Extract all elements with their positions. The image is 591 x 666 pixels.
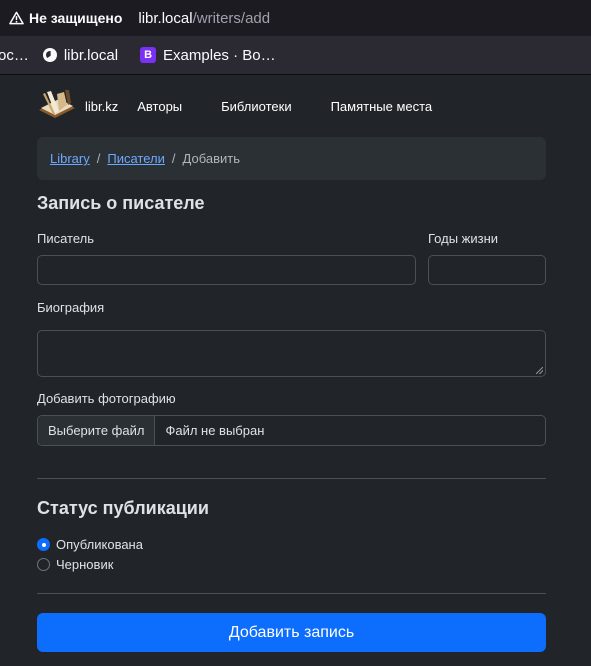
bookmark-label: Examples · Bo… bbox=[163, 46, 276, 64]
years-label: Годы жизни bbox=[428, 231, 499, 246]
radio-published-control[interactable] bbox=[37, 538, 50, 551]
divider bbox=[37, 593, 546, 594]
resize-grip-icon[interactable] bbox=[536, 367, 543, 374]
writer-label: Писатель bbox=[37, 231, 95, 246]
breadcrumb-writers[interactable]: Писатели bbox=[107, 151, 165, 166]
radio-draft[interactable]: Черновик bbox=[37, 557, 113, 572]
radio-published[interactable]: Опубликована bbox=[37, 537, 143, 552]
photo-label: Добавить фотографию bbox=[37, 391, 176, 406]
breadcrumb-separator: / bbox=[96, 151, 101, 166]
globe-icon bbox=[42, 48, 57, 62]
url-text[interactable]: libr.local/writers/add bbox=[138, 10, 270, 27]
add-record-button[interactable]: Добавить запись bbox=[37, 613, 546, 652]
radio-draft-control[interactable] bbox=[37, 558, 50, 571]
security-label: Не защищено bbox=[29, 10, 123, 26]
breadcrumb: Library / Писатели / Добавить bbox=[37, 137, 546, 180]
warning-icon bbox=[9, 11, 24, 25]
brand-link[interactable]: libr.kz bbox=[85, 99, 118, 114]
url-host: libr.local bbox=[138, 9, 193, 27]
bookmark-label: ос… bbox=[0, 46, 29, 64]
breadcrumb-current: Добавить bbox=[182, 151, 240, 166]
form-title: Запись о писателе bbox=[37, 193, 205, 213]
bio-textarea[interactable] bbox=[37, 330, 546, 377]
bookmarks-bar: ос… libr.local B Examples · Bo… bbox=[0, 36, 591, 75]
writer-input[interactable] bbox=[37, 255, 416, 285]
breadcrumb-separator: / bbox=[171, 151, 176, 166]
bootstrap-icon: B bbox=[140, 47, 157, 63]
security-indicator[interactable]: Не защищено bbox=[9, 10, 122, 26]
years-input[interactable] bbox=[428, 255, 546, 285]
file-status: Файл не выбран bbox=[165, 423, 265, 438]
bookmark-examples[interactable]: B Examples · Bo… bbox=[140, 47, 276, 64]
bio-label: Биография bbox=[37, 300, 105, 315]
bookmark-libr-local[interactable]: libr.local bbox=[42, 46, 119, 64]
nav-link-authors[interactable]: Авторы bbox=[137, 99, 182, 114]
photo-file-input[interactable]: Выберите файл Файл не выбран bbox=[37, 415, 546, 446]
nav-link-libraries[interactable]: Библиотеки bbox=[221, 99, 291, 114]
status-title: Статус публикации bbox=[37, 498, 209, 518]
bookmark-label: libr.local bbox=[63, 46, 119, 64]
divider bbox=[37, 478, 546, 479]
browser-url-bar[interactable]: Не защищено libr.local/writers/add bbox=[0, 0, 591, 36]
book-logo-icon[interactable] bbox=[37, 88, 77, 124]
site-navbar: libr.kz Авторы Библиотеки Памятные места bbox=[37, 86, 547, 126]
nav-link-memorial-places[interactable]: Памятные места bbox=[331, 99, 433, 114]
bookmark-truncated[interactable]: ос… bbox=[0, 47, 29, 64]
radio-draft-label: Черновик bbox=[56, 557, 114, 572]
radio-published-label: Опубликована bbox=[56, 537, 143, 552]
url-path: /writers/add bbox=[192, 9, 271, 27]
breadcrumb-library[interactable]: Library bbox=[50, 151, 90, 166]
choose-file-button[interactable]: Выберите файл bbox=[38, 416, 156, 445]
